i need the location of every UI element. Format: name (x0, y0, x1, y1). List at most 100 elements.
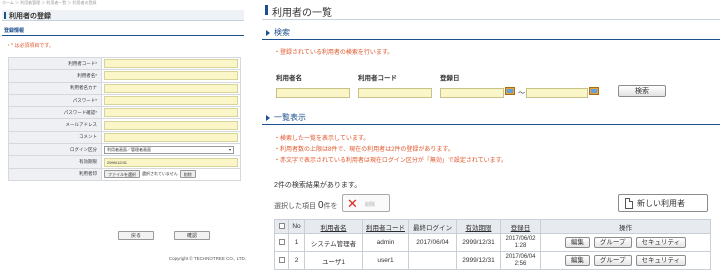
row-name: システム管理者 (304, 233, 363, 252)
field-label: ログイン区分 (8, 143, 102, 157)
list-note: ・赤文字で表示されている利用者は現在ログイン区分が「無効」で設定されています。 (274, 158, 508, 164)
login-type-value: 利用者画面／管理者画面 (107, 146, 151, 152)
field-label: パスワード* (8, 93, 102, 108)
row-expiry: 2999/12/31 (456, 251, 501, 270)
date-label: 登録日 (440, 75, 460, 82)
back-button[interactable]: 戻る (118, 231, 154, 240)
range-tilde: ～ (518, 90, 525, 97)
user-name-search-input[interactable] (276, 88, 350, 98)
login-type-select[interactable]: 利用者画面／管理者画面 ▾ (104, 145, 234, 154)
section-heading: 登録情報 (4, 28, 25, 34)
field-label: コメント (8, 130, 102, 145)
row-expiry: 2999/12/31 (456, 233, 501, 252)
copyright: Copyright © TECHNOTREE CO., LTD. (168, 256, 246, 261)
search-button[interactable]: 検索 (618, 85, 666, 97)
row-no: 1 (288, 233, 305, 252)
row-actions: 編集 グループ セキュリティ (542, 237, 710, 248)
date-to-input[interactable] (526, 88, 588, 98)
password-confirm-field[interactable] (104, 108, 238, 118)
file-input-row: ファイルを選択 選択されていません 削除 (104, 170, 238, 179)
list-note: ・検索した一覧を表示しています。 (274, 136, 370, 142)
date-from-input[interactable] (440, 88, 504, 98)
table-header: No 利用者名 利用者コード 最終ログイン 有効期限 登録日 操作 (274, 219, 711, 234)
user-registration-panel: ホーム ＞ 利用者管理 ＞ 利用者一覧 ＞ 利用者の登録 利用者の登録 登録情報… (0, 0, 248, 270)
field-label: メールアドレス (8, 118, 102, 132)
page-title-bar: 利用者の一覧 (262, 2, 720, 19)
row-last-login: 2017/06/04 (408, 233, 457, 252)
user-code-label: 利用者コード (358, 75, 397, 82)
calendar-icon[interactable] (505, 86, 516, 96)
table-row: 2 ユーザ1 user1 2999/12/31 2017/06/04 2:56 … (274, 251, 711, 270)
search-note: ・登録されている利用者の検索を行います。 (274, 50, 394, 56)
delete-x-icon: ✕ (347, 196, 358, 211)
row-actions: 編集 グループ セキュリティ (542, 255, 710, 266)
result-count: 2件の検索結果があります。 (274, 182, 362, 189)
row-code: admin (362, 233, 409, 252)
column-header: 操作 (540, 219, 711, 234)
user-list-panel: 利用者の一覧 検索 ・登録されている利用者の検索を行います。 利用者名 利用者コ… (262, 0, 720, 270)
selected-count: 選択した項目 0件を (274, 200, 338, 211)
password-field[interactable] (104, 96, 238, 106)
chevron-down-icon: ▾ (228, 147, 231, 153)
new-user-button[interactable]: 新しい利用者 (618, 194, 708, 212)
group-button[interactable]: グループ (593, 237, 632, 248)
list-section-heading: 一覧表示 (262, 112, 720, 125)
user-table: No 利用者名 利用者コード 最終ログイン 有効期限 登録日 操作 1 システム… (274, 219, 711, 270)
row-registered: 2017/06/02 1:28 (500, 233, 541, 252)
user-name-kana-field[interactable] (104, 83, 238, 93)
list-note: ・利用者数の上限は8件で、現在の利用者は2件の登録があります。 (274, 147, 454, 153)
search-section-heading: 検索 (262, 27, 720, 40)
table-row: 1 システム管理者 admin 2017/06/04 2999/12/31 20… (274, 233, 711, 252)
field-label: 有効期限 (8, 155, 102, 169)
document-icon (625, 198, 633, 209)
form-actions: 戻る 確認 (118, 231, 210, 240)
delete-selected-button[interactable]: ✕ 削除 (342, 194, 390, 212)
field-label: 利用者名* (8, 69, 102, 83)
triangle-right-icon (266, 115, 270, 121)
choose-file-button[interactable]: ファイルを選択 (104, 170, 140, 179)
field-label: 利用者印 (8, 167, 102, 181)
calendar-icon[interactable] (589, 86, 600, 96)
column-header[interactable]: 有効期限 (456, 219, 501, 234)
column-header: 最終ログイン (408, 219, 457, 234)
field-label: 利用者名カナ (8, 81, 102, 95)
row-name: ユーザ1 (304, 251, 363, 270)
field-label: パスワード確認* (8, 106, 102, 120)
registration-form: 利用者コード* 利用者名* 利用者名カナ パスワード* パスワード確認* メール… (8, 56, 241, 181)
column-header: No (288, 219, 305, 234)
user-code-field[interactable] (104, 59, 238, 69)
user-name-label: 利用者名 (276, 75, 302, 82)
row-registered: 2017/06/04 2:56 (500, 251, 541, 270)
group-button[interactable]: グループ (593, 255, 632, 266)
user-name-field[interactable] (104, 71, 238, 81)
security-button[interactable]: セキュリティ (635, 255, 687, 266)
divider (262, 19, 720, 20)
field-label: 利用者コード* (8, 56, 102, 71)
expiry-field[interactable]: 2999/12/31 (104, 157, 238, 167)
page-title: 利用者の登録 (9, 13, 51, 20)
row-code: user1 (362, 251, 409, 270)
edit-button[interactable]: 編集 (564, 255, 590, 266)
row-checkbox[interactable] (278, 257, 285, 264)
select-all-checkbox[interactable] (278, 223, 285, 230)
page-title-bar: 利用者の登録 (2, 10, 244, 21)
edit-button[interactable]: 編集 (564, 237, 590, 248)
required-note: ・* は必須項目です。 (6, 43, 54, 49)
user-code-search-input[interactable] (358, 88, 432, 98)
page-title: 利用者の一覧 (272, 8, 332, 19)
column-header[interactable]: 利用者コード (362, 219, 409, 234)
breadcrumb: ホーム ＞ 利用者管理 ＞ 利用者一覧 ＞ 利用者の登録 (2, 0, 97, 5)
file-status: 選択されていません (142, 171, 178, 177)
divider (2, 35, 244, 36)
comment-field[interactable] (104, 132, 238, 142)
email-field[interactable] (104, 120, 238, 130)
column-header[interactable]: 登録日 (500, 219, 541, 234)
row-last-login (408, 251, 457, 270)
confirm-button[interactable]: 確認 (174, 231, 210, 240)
security-button[interactable]: セキュリティ (635, 237, 687, 248)
column-header[interactable]: 利用者名 (304, 219, 363, 234)
delete-file-button[interactable]: 削除 (179, 170, 196, 179)
row-no: 2 (288, 251, 305, 270)
row-checkbox[interactable] (278, 239, 285, 246)
triangle-right-icon (266, 30, 270, 36)
